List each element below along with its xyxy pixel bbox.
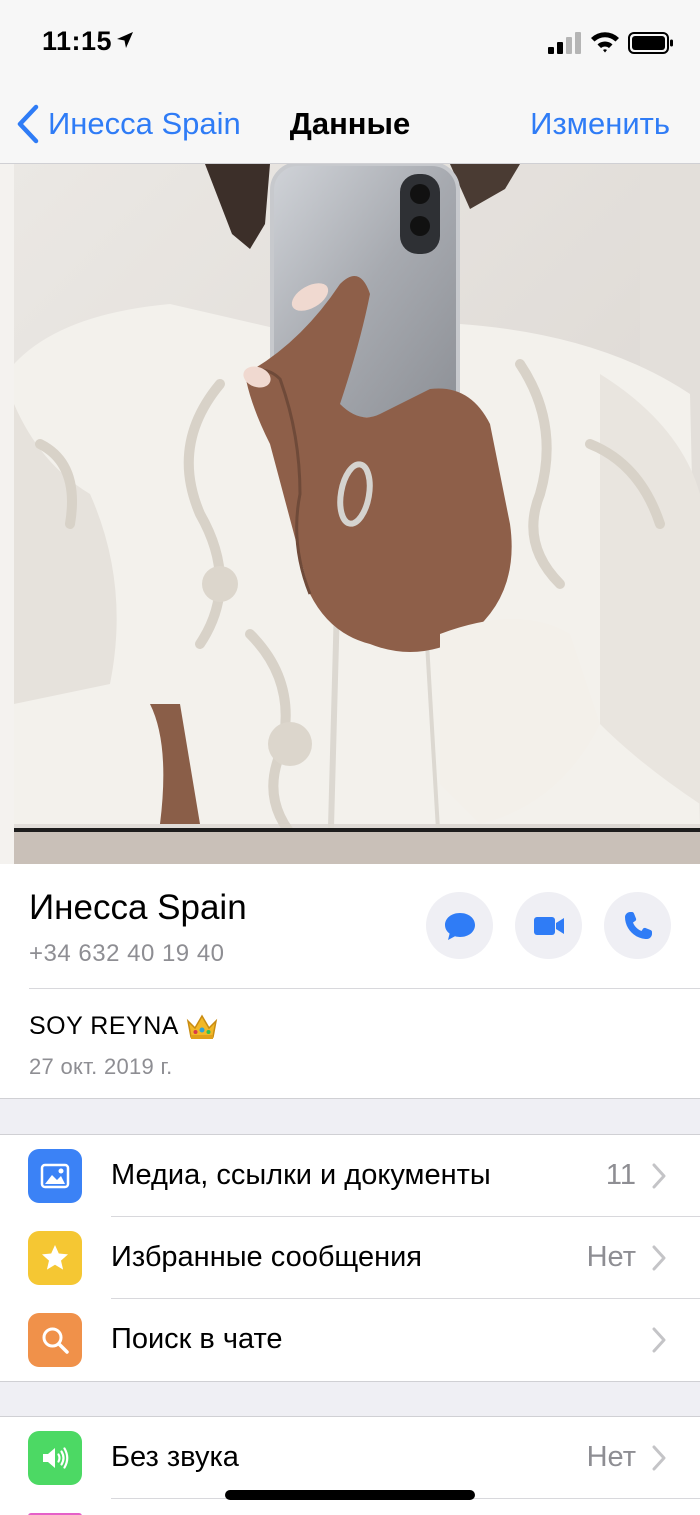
navigation-bar: Инесса Spain Данные Изменить [0,84,700,164]
section-divider [0,1098,700,1099]
chevron-right-icon [652,1327,666,1353]
section-divider [0,1381,700,1382]
chat-bubble-icon [444,912,475,940]
status-time: 11:15 [42,26,113,56]
separator [29,988,700,989]
about-date: 27 окт. 2019 г. [29,1054,173,1079]
chevron-left-icon [17,104,39,144]
about-status: SOY REYNA [29,1012,219,1041]
mute-row[interactable]: Без звука Нет [0,1417,700,1499]
status-bar: 11:15 [0,0,700,84]
chevron-right-icon [652,1245,666,1271]
menu-value: Нет [586,1241,636,1273]
edit-button[interactable]: Изменить [530,106,670,142]
speaker-icon [28,1431,82,1485]
contact-name: Инесса Spain [29,888,247,927]
location-arrow-icon [117,32,133,48]
contact-card: Инесса Spain +34 632 40 19 40 SOY REYNA … [0,864,700,1098]
cellular-signal-icon [548,32,581,54]
back-button-label: Инесса Spain [48,106,241,141]
notification-settings-menu: Без звука Нет [0,1417,700,1515]
home-indicator[interactable] [225,1490,475,1500]
star-icon [28,1231,82,1285]
menu-value: 11 [605,1159,636,1191]
menu-value: Нет [586,1441,636,1473]
search-in-chat-row[interactable]: Поиск в чате [0,1299,700,1381]
contact-phone[interactable]: +34 632 40 19 40 [29,940,225,968]
message-button[interactable] [426,892,493,959]
starred-messages-row[interactable]: Избранные сообщения Нет [0,1217,700,1299]
about-status-text: SOY REYNA [29,1012,179,1040]
chat-info-menu: Медиа, ссылки и документы 11 Избранные с… [0,1135,700,1381]
menu-label: Без звука [111,1441,239,1473]
crown-emoji-icon [186,1014,218,1039]
wifi-icon [591,32,619,53]
menu-label: Избранные сообщения [111,1241,423,1273]
magnifier-icon [28,1313,82,1367]
chevron-right-icon [652,1163,666,1189]
back-button[interactable]: Инесса Spain [16,104,241,144]
menu-label: Медиа, ссылки и документы [111,1159,491,1191]
media-links-docs-row[interactable]: Медиа, ссылки и документы 11 [0,1135,700,1217]
menu-label: Поиск в чате [111,1323,283,1355]
photo-icon [28,1149,82,1203]
video-camera-icon [533,916,564,935]
profile-photo-image [0,164,700,864]
voice-call-button[interactable] [604,892,671,959]
video-call-button[interactable] [515,892,582,959]
profile-photo[interactable] [0,164,700,864]
page-title: Данные [289,106,411,141]
battery-icon [628,32,673,54]
chevron-right-icon [652,1445,666,1471]
phone-icon [624,911,652,939]
